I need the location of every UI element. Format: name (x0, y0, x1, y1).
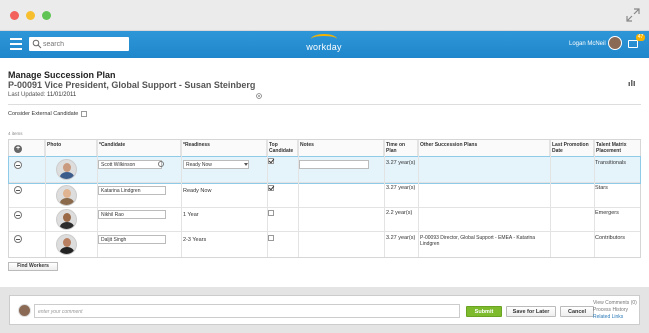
last-updated-value: 11/01/2011 (47, 92, 77, 98)
hamburger-menu-icon[interactable] (8, 36, 24, 52)
items-count: 4 items (8, 131, 23, 136)
candidate-photo (56, 234, 77, 255)
succession-grid: + Photo *Candidate *Readiness Top Candid… (8, 139, 641, 258)
remove-row-icon[interactable] (14, 161, 22, 169)
view-comments-link[interactable]: View Comments (0) (593, 300, 637, 306)
app-header: workday Logan McNeil 47 (0, 31, 649, 58)
remove-row-icon[interactable] (14, 211, 22, 219)
expand-icon[interactable] (626, 8, 640, 22)
export-excel-icon[interactable] (628, 79, 636, 86)
candidate-photo (56, 185, 77, 206)
logo-text: workday (306, 42, 342, 52)
readiness: 2-3 Years (183, 237, 207, 243)
column-header-other-plans[interactable]: Other Succession Plans (418, 140, 550, 157)
column-header-notes[interactable]: Notes (298, 140, 384, 157)
search-icon (32, 39, 42, 49)
last-updated-label: Last Updated: (8, 92, 46, 98)
candidate-input[interactable]: Daljit Singh (98, 235, 166, 244)
column-header-talent-matrix[interactable]: Talent Matrix Placement (594, 140, 640, 157)
comment-panel: enter your comment Submit Save for Later… (9, 295, 640, 325)
user-avatar[interactable] (608, 36, 622, 50)
page-title: Manage Succession Plan (8, 70, 116, 80)
add-row-icon[interactable]: + (14, 145, 22, 153)
notes-input[interactable] (299, 160, 369, 169)
candidate-photo (56, 159, 77, 180)
external-candidate-label: Consider External Candidate (8, 111, 79, 117)
comment-input[interactable]: enter your comment (34, 304, 460, 318)
talent-matrix: Transitionals (595, 160, 626, 166)
inbox-count-badge: 47 (636, 34, 645, 41)
find-workers-button[interactable]: Find Workers (8, 262, 58, 271)
column-header-last-promotion[interactable]: Last Promotion Date (550, 140, 594, 157)
table-row[interactable]: Katarina Lindgren Ready Now 3.27 year(s)… (9, 183, 640, 208)
related-links-link[interactable]: Related Links (593, 314, 623, 320)
minimize-window-button[interactable] (26, 11, 35, 20)
submit-button[interactable]: Submit (466, 306, 502, 317)
time-on-plan: 3.27 year(s) (386, 160, 416, 166)
top-candidate-checkbox[interactable] (268, 158, 274, 164)
column-header-readiness[interactable]: *Readiness (181, 140, 267, 157)
remove-row-icon[interactable] (14, 235, 22, 243)
readiness: Ready Now (183, 188, 212, 194)
window-titlebar (0, 0, 649, 31)
candidate-input[interactable]: Nikhil Rao (98, 210, 166, 219)
candidate-photo (56, 209, 77, 230)
time-on-plan: 3.27 year(s) (386, 185, 416, 191)
readiness-select[interactable]: Ready Now (183, 160, 249, 169)
search-input[interactable] (43, 37, 127, 51)
time-on-plan: 3.27 year(s) (386, 235, 416, 241)
table-row[interactable]: Nikhil Rao 1 Year 2.2 year(s) Emergers (9, 208, 640, 232)
maximize-window-button[interactable] (42, 11, 51, 20)
talent-matrix: Stars (595, 185, 608, 191)
page-subtitle: P-00091 Vice President, Global Support -… (8, 80, 256, 90)
candidate-input[interactable]: Scott Wilkinson (98, 160, 162, 169)
other-succession-plans[interactable]: P-00093 Director, Global Support - EMEA … (420, 235, 546, 247)
top-candidate-checkbox[interactable] (268, 235, 274, 241)
prompt-icon[interactable] (158, 161, 164, 167)
user-name[interactable]: Logan McNeil (569, 41, 606, 47)
cancel-button[interactable]: Cancel (560, 306, 594, 317)
top-candidate-checkbox[interactable] (268, 210, 274, 216)
column-header-candidate[interactable]: *Candidate (97, 140, 181, 157)
external-candidate-checkbox[interactable] (81, 111, 87, 117)
inbox-icon[interactable] (628, 40, 638, 48)
table-row[interactable]: Scott Wilkinson Ready Now 3.27 year(s) T… (8, 156, 641, 184)
add-row-header: + (9, 140, 45, 157)
column-header-top-candidate[interactable]: Top Candidate (267, 140, 298, 157)
related-actions-icon[interactable] (256, 93, 262, 99)
workday-logo[interactable]: workday (298, 34, 350, 54)
readiness: 1 Year (183, 212, 199, 218)
column-header-time-on-plan[interactable]: Time on Plan (384, 140, 418, 157)
remove-row-icon[interactable] (14, 186, 22, 194)
section-divider (8, 104, 641, 105)
footer-bar: enter your comment Submit Save for Later… (0, 287, 649, 333)
talent-matrix: Emergers (595, 210, 619, 216)
close-window-button[interactable] (10, 11, 19, 20)
chevron-down-icon[interactable] (244, 163, 248, 166)
search-box[interactable] (29, 37, 129, 51)
table-row[interactable]: Daljit Singh 2-3 Years 3.27 year(s) P-00… (9, 232, 640, 257)
talent-matrix: Contributors (595, 235, 625, 241)
top-candidate-checkbox[interactable] (268, 185, 274, 191)
candidate-input[interactable]: Katarina Lindgren (98, 186, 166, 195)
last-updated: Last Updated: 11/01/2011 (8, 92, 76, 98)
save-for-later-button[interactable]: Save for Later (506, 306, 556, 317)
process-history-link[interactable]: Process History (593, 307, 628, 313)
time-on-plan: 2.2 year(s) (386, 210, 413, 216)
column-header-photo: Photo (45, 140, 97, 157)
commenter-avatar (18, 304, 31, 317)
